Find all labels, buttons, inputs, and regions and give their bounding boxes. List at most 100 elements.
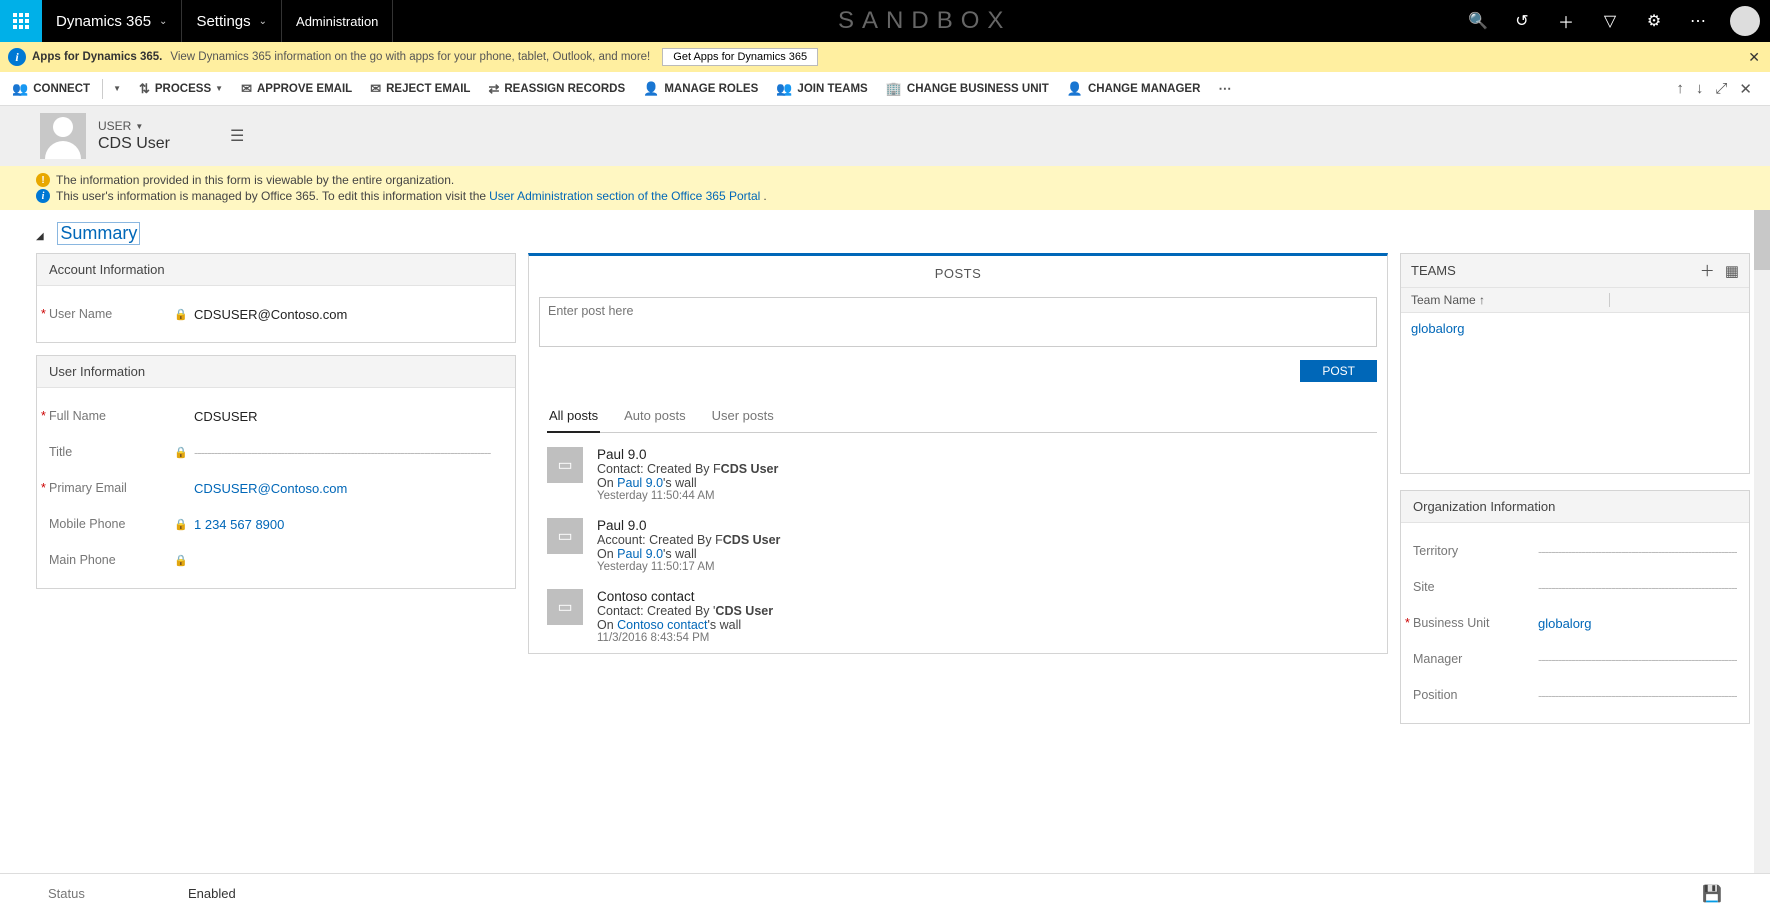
tab-all-posts[interactable]: All posts [547,402,600,433]
site-value[interactable]: ----------------------------------------… [1538,580,1737,595]
post-item[interactable]: ▭ Paul 9.0 Account: Created By FCDS User… [547,510,1377,581]
record-type-label: USER [98,119,131,133]
teams-panel: TEAMS ＋ ▦ Team Name ↑ globalorg [1400,253,1750,474]
close-icon[interactable]: ✕ [1748,49,1760,66]
cmd-roles-label: MANAGE ROLES [664,83,758,95]
filter-icon[interactable]: ▽ [1588,0,1632,42]
search-icon[interactable]: 🔍 [1456,0,1500,42]
post-button[interactable]: POST [1300,360,1377,382]
teams-col-2[interactable] [1609,293,1739,307]
process-icon: ⇅ [139,81,150,97]
posts-title: POSTS [529,256,1387,291]
left-column: Account Information User Name 🔒 CDSUSER@… [36,253,516,873]
command-bar: 👥CONNECT ▼ ⇅PROCESS▼ ✉APPROVE EMAIL ✉REJ… [0,72,1770,106]
position-value[interactable]: ----------------------------------------… [1538,688,1737,703]
close-record-icon[interactable]: ✕ [1739,80,1752,98]
settings-gear-icon[interactable]: ⚙ [1632,0,1676,42]
post-timestamp: 11/3/2016 8:43:54 PM [597,632,773,644]
right-column: TEAMS ＋ ▦ Team Name ↑ globalorg Organiza… [1400,253,1750,873]
post-wall-link[interactable]: Paul 9.0 [617,547,663,561]
fullname-value[interactable]: CDSUSER [194,409,503,424]
teams-add-icon[interactable]: ＋ [1700,260,1715,281]
cmd-connect[interactable]: 👥CONNECT [12,81,90,97]
cmd-reassign-label: REASSIGN RECORDS [504,83,625,95]
territory-value[interactable]: ----------------------------------------… [1538,544,1737,559]
post-title: Paul 9.0 [597,447,778,462]
chevron-down-icon: ▼ [113,84,121,93]
cmd-connect-dropdown[interactable]: ▼ [109,84,121,93]
nav-subarea-label: Administration [296,14,378,29]
list-view-icon[interactable]: ☰ [230,126,244,146]
section-collapse-icon[interactable]: ◢ [36,231,44,242]
nav-brand-label: Dynamics 365 [56,13,151,30]
more-icon[interactable]: ⋯ [1676,0,1720,42]
username-value[interactable]: CDSUSER@Contoso.com [194,307,503,322]
post-item[interactable]: ▭ Contoso Contact: Created ByCDS User [547,652,1377,653]
post-avatar-icon: ▭ [547,518,583,554]
cmd-connect-label: CONNECT [33,83,90,95]
cmd-overflow[interactable]: ⋯ [1218,81,1236,97]
org-info-panel: Organization Information Territory -----… [1400,490,1750,724]
reject-email-icon: ✉ [370,81,381,97]
waffle-icon [13,13,29,29]
middle-column: POSTS POST All posts Auto posts User pos… [528,253,1388,873]
cmd-right: ↑ ↓ ⤢ ✕ [1670,80,1758,98]
cmd-approve-email-label: APPROVE EMAIL [257,83,352,95]
post-tabs: All posts Auto posts User posts [547,402,1377,433]
manager-value[interactable]: ----------------------------------------… [1538,652,1737,667]
nav-up-icon[interactable]: ↑ [1676,80,1684,97]
teams-col-teamname[interactable]: Team Name ↑ [1411,293,1609,307]
cmd-reassign-records[interactable]: ⇄REASSIGN RECORDS [488,81,625,97]
sandbox-watermark: SANDBOX [393,7,1456,35]
user-avatar[interactable] [1730,6,1760,36]
notification-info-link[interactable]: User Administration section of the Offic… [489,189,760,203]
tab-auto-posts[interactable]: Auto posts [622,402,687,432]
cmd-change-bu[interactable]: 🏢CHANGE BUSINESS UNIT [886,81,1049,97]
vertical-scrollbar[interactable] [1754,210,1770,873]
nav-right: 🔍 ↺ ＋ ▽ ⚙ ⋯ [1456,0,1770,42]
popout-icon[interactable]: ⤢ [1715,80,1727,97]
nav-subarea[interactable]: Administration [282,0,393,42]
nav-down-icon[interactable]: ↓ [1696,80,1704,97]
post-wall-link[interactable]: Paul 9.0 [617,476,663,490]
nav-brand[interactable]: Dynamics 365 ⌄ [42,0,182,42]
bu-value[interactable]: globalorg [1538,616,1737,631]
record-type-selector[interactable]: USER ▼ [98,119,170,133]
tab-user-posts[interactable]: User posts [710,402,776,432]
save-icon[interactable]: 💾 [1702,884,1722,904]
post-subtitle: Account: Created By FCDS User [597,533,780,547]
recent-icon[interactable]: ↺ [1500,0,1544,42]
post-wall-link[interactable]: Contoso contact [617,618,707,632]
teams-icon: 👥 [776,81,792,97]
post-input[interactable] [539,297,1377,347]
post-item[interactable]: ▭ Contoso contact Contact: Created By 'C… [547,581,1377,652]
chevron-down-icon: ▼ [135,122,143,131]
apps-promo-bar: i Apps for Dynamics 365. View Dynamics 3… [0,42,1770,72]
record-header: USER ▼ CDS User ☰ [0,106,1770,166]
territory-label: Territory [1413,544,1538,558]
title-value[interactable]: ----------------------------------------… [194,445,503,460]
post-timestamp: Yesterday 11:50:44 AM [597,490,778,502]
roles-icon: 👤 [643,81,659,97]
add-icon[interactable]: ＋ [1544,0,1588,42]
cmd-join-teams[interactable]: 👥JOIN TEAMS [776,81,867,97]
email-value[interactable]: CDSUSER@Contoso.com [194,481,503,496]
cmd-process-label: PROCESS [155,83,211,95]
nav-area[interactable]: Settings ⌄ [182,0,282,42]
apps-promo-msg: View Dynamics 365 information on the go … [170,51,650,63]
team-link[interactable]: globalorg [1411,321,1465,336]
cmd-process[interactable]: ⇅PROCESS▼ [139,81,223,97]
cmd-reject-email[interactable]: ✉REJECT EMAIL [370,81,470,97]
get-apps-button[interactable]: Get Apps for Dynamics 365 [662,48,818,66]
account-info-header: Account Information [37,254,515,286]
cmd-approve-email[interactable]: ✉APPROVE EMAIL [241,81,352,97]
cmd-manage-roles[interactable]: 👤 MANAGE ROLES [643,81,758,97]
app-launcher-button[interactable] [0,0,42,42]
mobile-label: Mobile Phone [49,517,174,531]
cmd-change-manager[interactable]: 👤CHANGE MANAGER [1067,81,1201,97]
mobile-value[interactable]: 1 234 567 8900 [194,517,503,532]
section-title-summary[interactable]: Summary [57,222,140,245]
post-item[interactable]: ▭ Paul 9.0 Contact: Created By FCDS User… [547,439,1377,510]
teams-grid-icon[interactable]: ▦ [1725,262,1739,280]
account-info-panel: Account Information User Name 🔒 CDSUSER@… [36,253,516,343]
